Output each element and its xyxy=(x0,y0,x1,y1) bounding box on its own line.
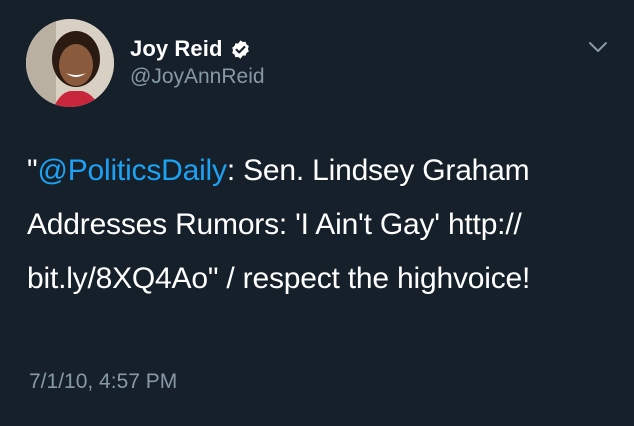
author-handle[interactable]: @JoyAnnReid xyxy=(130,65,265,89)
tweet-text: "@PoliticsDaily: Sen. Lindsey Graham Add… xyxy=(27,144,617,306)
author-display-name[interactable]: Joy Reid xyxy=(130,36,223,62)
verified-badge-icon xyxy=(230,39,251,60)
author-name-row[interactable]: Joy Reid xyxy=(130,34,251,64)
tweet-card: Joy Reid @JoyAnnReid "@PoliticsDaily: Se… xyxy=(0,0,634,426)
tweet-timestamp[interactable]: 7/1/10, 4:57 PM xyxy=(29,370,177,394)
tweet-text-prefix: " xyxy=(27,154,38,187)
avatar[interactable] xyxy=(26,19,114,107)
avatar-photo-icon xyxy=(26,19,114,107)
chevron-down-icon[interactable] xyxy=(588,40,608,54)
mention-link[interactable]: @PoliticsDaily xyxy=(37,154,227,187)
